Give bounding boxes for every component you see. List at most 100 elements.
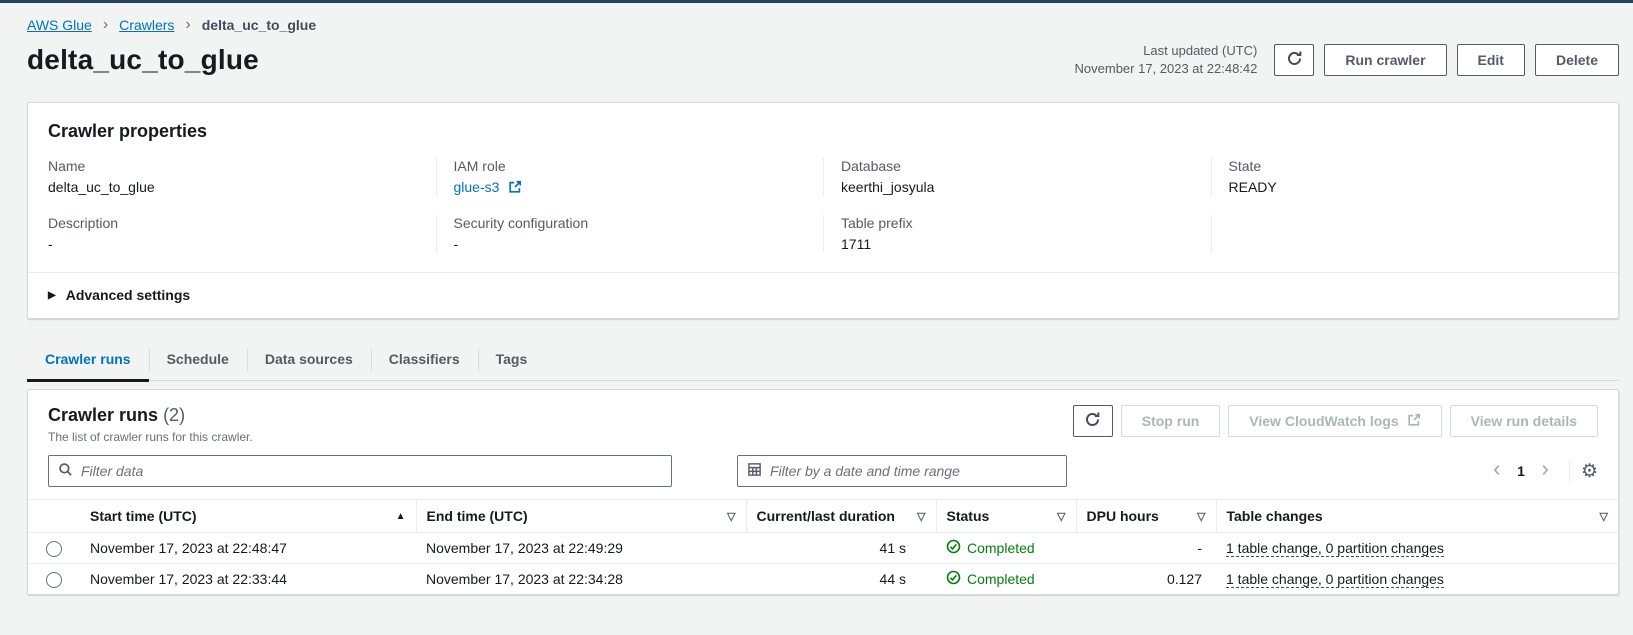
cell-dpu-hours: - [1076,533,1216,564]
cell-end-time: November 17, 2023 at 22:49:29 [416,533,746,564]
advanced-settings-expander[interactable]: ▶ Advanced settings [28,272,1618,318]
selection-column-header [28,500,80,533]
property-value: READY [1229,179,1583,195]
crawler-runs-count: (2) [163,405,185,425]
property-description: Description - [48,215,436,252]
tab-classifiers[interactable]: Classifiers [371,339,478,380]
row-radio-button[interactable] [46,572,62,588]
filter-row: Filter data Filter by a date and time ra… [28,444,1618,499]
date-range-input[interactable]: Filter by a date and time range [737,455,1067,487]
cell-end-time: November 17, 2023 at 22:34:28 [416,564,746,595]
edit-button[interactable]: Edit [1457,44,1525,76]
property-label: Table prefix [841,215,1195,231]
crawler-runs-header: Crawler runs (2) The list of crawler run… [28,390,1618,444]
tab-data-sources[interactable]: Data sources [247,339,371,380]
property-label: State [1229,158,1583,174]
column-header-status[interactable]: Status ▽ [936,500,1076,533]
external-link-icon [1407,413,1421,430]
crawler-runs-description: The list of crawler runs for this crawle… [48,430,253,444]
caret-right-icon: ▶ [48,290,56,301]
refresh-runs-button[interactable] [1073,405,1113,437]
search-input[interactable]: Filter data [48,455,672,487]
pagination: 1 ⚙ [1484,460,1598,482]
tab-schedule[interactable]: Schedule [149,339,247,380]
settings-gear-icon[interactable]: ⚙ [1581,462,1598,481]
property-value: keerthi_josyula [841,179,1195,195]
property-value: - [454,236,808,252]
table-changes-link[interactable]: 1 table change, 0 partition changes [1226,540,1444,557]
last-updated-value: November 17, 2023 at 22:48:42 [1075,60,1258,78]
column-header-end-time[interactable]: End time (UTC) ▽ [416,500,746,533]
sort-icon: ▽ [1600,510,1608,523]
status-success-icon [946,539,961,557]
sort-icon: ▽ [917,510,925,523]
cell-status: Completed [936,564,1076,595]
refresh-icon [1084,411,1101,431]
property-table-prefix: Table prefix 1711 [823,215,1211,252]
current-page-number[interactable]: 1 [1510,463,1532,479]
breadcrumb-separator-icon: › [103,17,108,33]
search-icon [58,462,73,480]
iam-role-link[interactable]: glue-s3 [454,179,523,195]
property-database: Database keerthi_josyula [823,158,1211,197]
cell-table-changes: 1 table change, 0 partition changes [1216,564,1618,595]
cell-duration: 44 s [746,564,936,595]
property-label: IAM role [454,158,808,174]
row-radio-button[interactable] [46,541,62,557]
previous-page-button[interactable] [1484,461,1510,482]
external-link-icon [504,181,522,197]
window-top-accent [0,0,1633,3]
status-success-icon [946,570,961,588]
last-updated: Last updated (UTC) November 17, 2023 at … [1075,42,1258,78]
view-cloudwatch-logs-button[interactable]: View CloudWatch logs [1228,405,1441,437]
property-iam-role: IAM role glue-s3 [436,158,824,197]
property-state: State READY [1211,158,1599,197]
breadcrumb: AWS Glue › Crawlers › delta_uc_to_glue [27,17,1619,33]
delete-button[interactable]: Delete [1535,44,1619,76]
header-actions: Last updated (UTC) November 17, 2023 at … [1075,42,1619,78]
stop-run-button[interactable]: Stop run [1121,405,1221,437]
pager-divider [1569,460,1570,482]
search-placeholder: Filter data [81,463,143,479]
property-label: Name [48,158,420,174]
calendar-icon [747,462,762,480]
page-content: AWS Glue › Crawlers › delta_uc_to_glue d… [0,17,1633,595]
crawler-properties-title: Crawler properties [48,121,1598,142]
property-label: Description [48,215,420,231]
sort-ascending-icon: ▲ [396,511,406,522]
column-header-start-time[interactable]: Start time (UTC) ▲ [80,500,416,533]
breadcrumb-link-aws-glue[interactable]: AWS Glue [27,17,92,33]
sort-icon: ▽ [1197,510,1205,523]
property-label: Database [841,158,1195,174]
chevron-left-icon [1490,463,1504,480]
property-value: 1711 [841,236,1195,252]
refresh-icon [1286,50,1303,70]
property-empty-cell [1211,215,1599,252]
breadcrumb-link-crawlers[interactable]: Crawlers [119,17,174,33]
crawler-properties-card: Crawler properties Name delta_uc_to_glue… [27,102,1619,319]
refresh-button[interactable] [1274,44,1314,76]
crawler-runs-card: Crawler runs (2) The list of crawler run… [27,389,1619,595]
column-header-duration[interactable]: Current/last duration ▽ [746,500,936,533]
property-label: Security configuration [454,215,808,231]
property-name: Name delta_uc_to_glue [48,158,436,197]
run-crawler-button[interactable]: Run crawler [1324,44,1446,76]
column-header-table-changes[interactable]: Table changes ▽ [1216,500,1618,533]
date-range-placeholder: Filter by a date and time range [770,463,960,479]
status-label: Completed [967,540,1035,556]
cell-start-time: November 17, 2023 at 22:33:44 [80,564,416,595]
sort-icon: ▽ [727,510,735,523]
column-header-dpu-hours[interactable]: DPU hours ▽ [1076,500,1216,533]
crawler-runs-table: Start time (UTC) ▲ End time (UTC) ▽ Curr… [28,499,1618,594]
view-run-details-button[interactable]: View run details [1450,405,1598,437]
tab-tags[interactable]: Tags [478,339,546,380]
chevron-right-icon [1538,463,1552,480]
cell-dpu-hours: 0.127 [1076,564,1216,595]
page-title: delta_uc_to_glue [27,44,259,76]
table-changes-link[interactable]: 1 table change, 0 partition changes [1226,571,1444,588]
next-page-button[interactable] [1532,461,1558,482]
property-value: - [48,236,420,252]
breadcrumb-separator-icon: › [185,17,190,33]
last-updated-label: Last updated (UTC) [1075,42,1258,60]
tab-crawler-runs[interactable]: Crawler runs [27,339,149,380]
